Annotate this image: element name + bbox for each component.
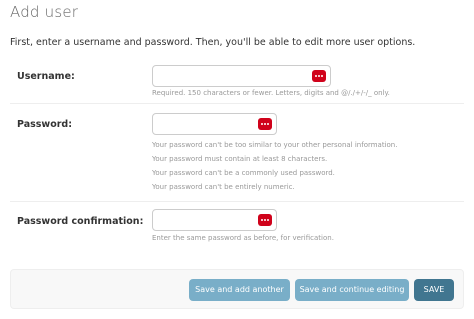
password-manager-icon[interactable]: [312, 70, 326, 82]
add-user-page: Add user First, enter a username and pas…: [0, 0, 474, 319]
save-and-add-another-button[interactable]: Save and add another: [189, 279, 290, 301]
save-button[interactable]: SAVE: [414, 279, 454, 301]
submit-row: Save and add another Save and continue e…: [10, 269, 464, 309]
password-help-item: Your password can't be too similar to yo…: [152, 141, 398, 149]
page-title: Add user: [10, 3, 79, 21]
password-confirmation-input[interactable]: [152, 209, 277, 231]
password-confirmation-label: Password confirmation:: [17, 216, 144, 227]
password-input[interactable]: [152, 113, 277, 135]
username-row: Username: Required. 150 characters or fe…: [10, 58, 464, 104]
username-input[interactable]: [152, 65, 331, 87]
password-confirmation-help: Enter the same password as before, for v…: [152, 234, 334, 242]
password-row: Password: Your password can't be too sim…: [10, 104, 464, 202]
username-label: Username:: [17, 71, 75, 82]
password-help-item: Your password can't be a commonly used p…: [152, 169, 335, 177]
password-confirmation-row: Password confirmation: Enter the same pa…: [10, 202, 464, 250]
save-and-continue-editing-button[interactable]: Save and continue editing: [295, 279, 409, 301]
password-manager-icon[interactable]: [258, 118, 272, 130]
intro-text: First, enter a username and password. Th…: [10, 37, 416, 48]
password-help-item: Your password must contain at least 8 ch…: [152, 155, 328, 163]
username-help: Required. 150 characters or fewer. Lette…: [152, 89, 390, 97]
password-label: Password:: [17, 119, 73, 130]
password-manager-icon[interactable]: [258, 214, 272, 226]
password-help-item: Your password can't be entirely numeric.: [152, 183, 295, 191]
